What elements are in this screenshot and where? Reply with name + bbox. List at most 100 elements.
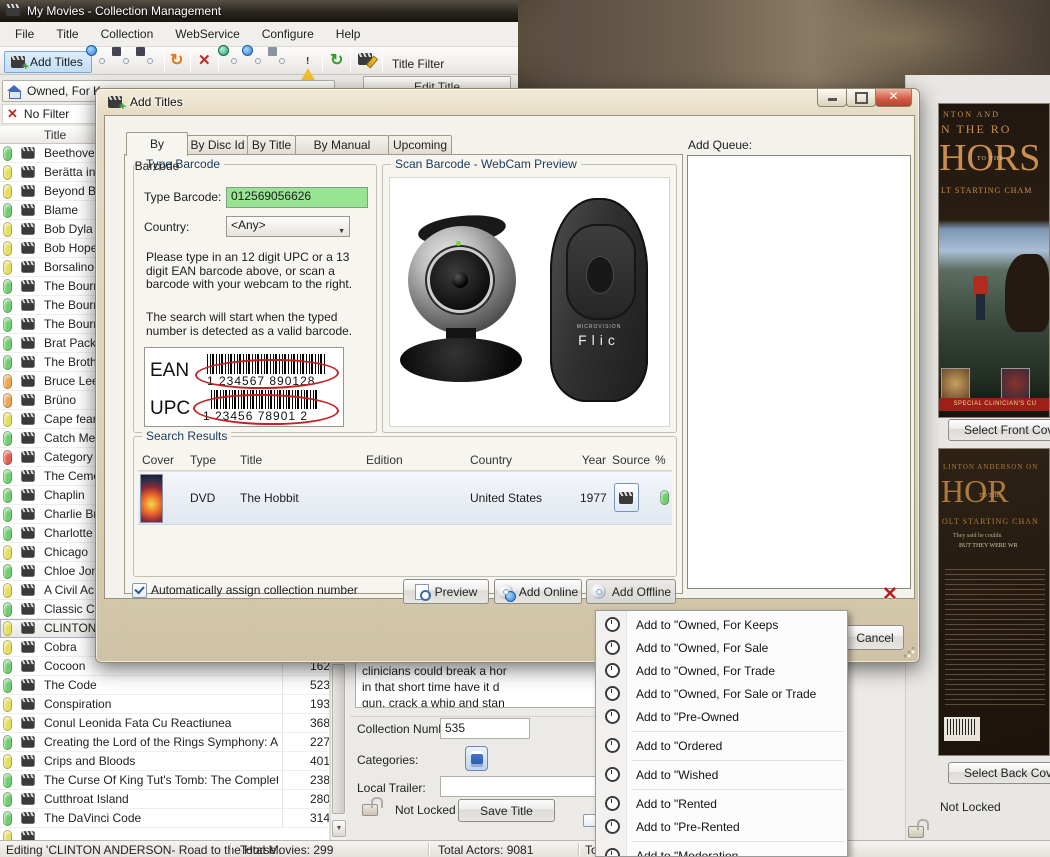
edit-title-icon[interactable] — [358, 53, 376, 71]
context-menu-item[interactable]: Add to "Owned, For Trade — [596, 659, 847, 682]
status-pill — [3, 260, 12, 275]
tab-by-barcode[interactable]: By Barcode — [126, 132, 188, 156]
save-title-button[interactable]: Save Title — [458, 799, 555, 822]
context-menu-item[interactable]: Add to "Owned, For Sale — [596, 636, 847, 659]
list-item[interactable]: Crips and Bloods 401 — [0, 752, 329, 771]
disc-globe-blue-icon[interactable] — [250, 53, 268, 71]
result-source-icon[interactable] — [614, 483, 639, 512]
auto-assign-checkbox[interactable] — [132, 583, 147, 598]
context-menu-item[interactable]: Add to "Moderation — [596, 844, 847, 857]
tab-upcoming[interactable]: Upcoming — [388, 135, 452, 156]
maximize-button[interactable] — [846, 89, 876, 107]
clapperboard-icon — [21, 318, 34, 329]
list-item[interactable]: The Curse Of King Tut's Tomb: The Comple… — [0, 771, 329, 790]
status-pill — [3, 412, 12, 427]
disc-print-icon[interactable] — [274, 53, 292, 71]
col-country[interactable]: Country — [470, 453, 512, 467]
menu-item[interactable]: Configure — [251, 23, 325, 45]
delete-icon[interactable]: ✕ — [198, 53, 216, 71]
tab-by-disc-id[interactable]: By Disc Id — [187, 135, 248, 156]
unlock-icon[interactable] — [908, 826, 924, 838]
clapperboard-icon — [21, 546, 34, 557]
list-item-number: 523 — [282, 676, 330, 694]
context-menu-item[interactable]: Add to "Owned, For Sale or Trade — [596, 682, 847, 705]
list-item[interactable]: The DaVinci Code 314 — [0, 809, 329, 828]
minimize-button[interactable] — [817, 89, 847, 107]
menu-item[interactable]: File — [4, 23, 45, 45]
status-pill — [3, 564, 12, 579]
menu-item[interactable]: WebService — [164, 23, 250, 45]
categories-button[interactable] — [465, 746, 488, 771]
refresh-green-icon[interactable]: ↻ — [330, 53, 348, 71]
disc-globe-teal-icon[interactable] — [226, 53, 244, 71]
local-trailer-input[interactable] — [440, 776, 602, 797]
country-select[interactable]: <Any> ▼ — [226, 216, 350, 237]
status-pill — [3, 184, 12, 199]
menu-item[interactable]: Collection — [90, 23, 165, 45]
cover-text: They said he couldn — [953, 533, 1002, 539]
sync-orange-icon[interactable]: ↻ — [170, 53, 188, 71]
clapperboard-icon — [21, 489, 34, 500]
context-menu-item[interactable]: Add to "Pre-Owned — [596, 705, 847, 728]
col-type[interactable]: Type — [190, 453, 216, 467]
barcode-scanner-graphic: MICROVISION Flic — [550, 198, 648, 402]
unlock-icon[interactable] — [362, 804, 378, 816]
menu-item[interactable]: Help — [325, 23, 372, 45]
list-item[interactable]: Creating the Lord of the Rings Symphony:… — [0, 733, 329, 752]
add-online-button[interactable]: Add Online — [494, 579, 582, 604]
remove-from-queue-button[interactable]: ✕ — [882, 583, 898, 606]
disc-title2-icon[interactable] — [142, 53, 160, 71]
clapperboard-icon — [21, 698, 34, 709]
resize-grip[interactable] — [903, 646, 915, 658]
preview-button[interactable]: Preview — [403, 579, 489, 604]
select-front-cover-button[interactable]: Select Front Cove — [948, 419, 1050, 441]
context-menu-icon — [604, 709, 620, 725]
tab-by-title[interactable]: By Title — [247, 135, 296, 156]
list-item[interactable]: Cutthroat Island 280 — [0, 790, 329, 809]
col-source[interactable]: Source — [612, 453, 650, 467]
context-menu-item[interactable]: Add to "Owned, For Keeps — [596, 613, 847, 636]
collection-number-input[interactable]: 535 — [440, 718, 530, 739]
disc-title-icon[interactable] — [118, 53, 136, 71]
col-year[interactable]: Year — [574, 453, 606, 467]
status-pill — [3, 716, 12, 731]
barcode-illustration: EAN 1 234567 890128 UPC 1 23456 78901 2 — [144, 347, 344, 427]
col-cover[interactable]: Cover — [142, 453, 174, 467]
status-pill — [3, 374, 12, 389]
menu-item[interactable]: Title — [45, 23, 89, 45]
add-titles-toolbar-button[interactable]: + Add Titles — [4, 51, 92, 73]
add-queue-listbox[interactable] — [687, 155, 911, 589]
context-menu-item[interactable]: Add to "Ordered — [596, 734, 847, 757]
add-offline-button[interactable]: Add Offline — [586, 579, 676, 604]
back-cover-image: LINTON ANDERSON ON HOR TO THE OLT STARTI… — [938, 448, 1050, 756]
barcode-input[interactable]: 012569056626 — [226, 187, 368, 208]
result-title: The Hobbit — [240, 491, 299, 505]
status-pill — [3, 811, 12, 826]
list-item[interactable]: Conul Leonida Fata Cu Reactiunea 368 — [0, 714, 329, 733]
scrollbar-thumb[interactable] — [332, 664, 345, 814]
local-trailer-label: Local Trailer: — [357, 781, 426, 795]
status-pill — [3, 450, 12, 465]
tab-by-manual-typing[interactable]: By Manual Typing — [295, 135, 389, 156]
select-back-cover-button[interactable]: Select Back Cove — [948, 762, 1050, 784]
cancel-button[interactable]: Cancel — [846, 625, 904, 650]
context-menu-icon-glyph — [605, 709, 620, 724]
warning-icon[interactable] — [300, 54, 318, 72]
col-title[interactable]: Title — [240, 453, 262, 467]
context-menu-item[interactable]: Add to "Wished — [596, 763, 847, 786]
disc-icon — [591, 584, 606, 599]
context-menu-item[interactable]: Add to "Rented — [596, 792, 847, 815]
col-percent[interactable]: % — [655, 453, 666, 467]
list-item[interactable] — [0, 828, 329, 840]
col-edition[interactable]: Edition — [366, 453, 403, 467]
context-menu-item[interactable]: Add to "Pre-Rented — [596, 815, 847, 838]
categories-label: Categories: — [357, 753, 418, 767]
list-item[interactable]: Conspiration 193 — [0, 695, 329, 714]
close-button[interactable]: ✕ — [875, 89, 912, 107]
scrollbar-down-button[interactable]: ▼ — [332, 820, 346, 837]
disc-web-icon[interactable] — [94, 53, 112, 71]
search-result-row[interactable]: DVD The Hobbit United States 1977 — [138, 471, 672, 525]
status-pill — [3, 317, 12, 332]
clapperboard-icon — [21, 299, 34, 310]
list-item[interactable]: The Code 523 — [0, 676, 329, 695]
